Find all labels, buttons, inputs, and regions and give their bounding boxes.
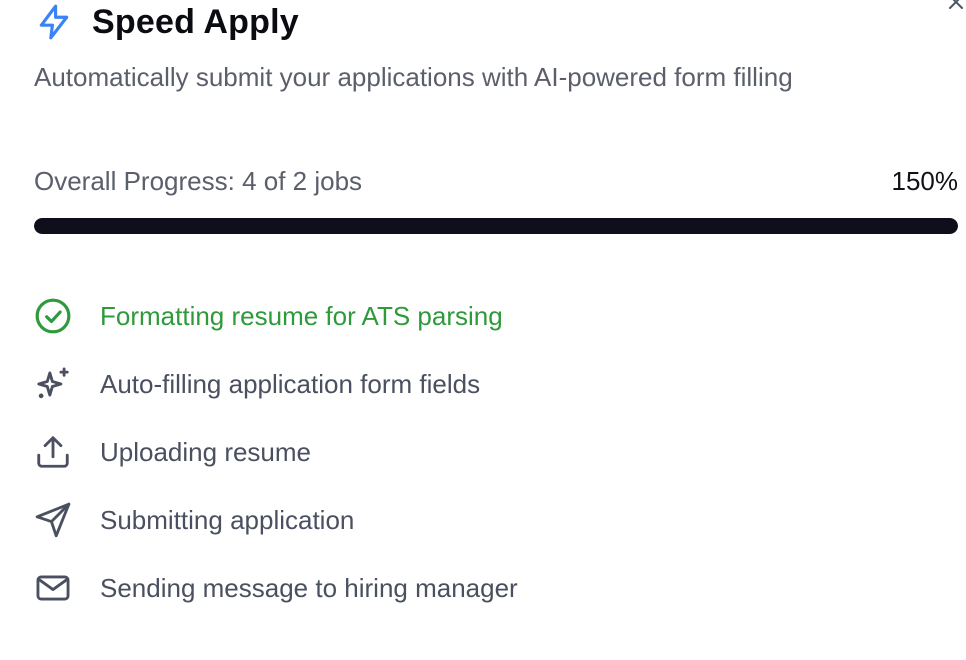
step-label: Submitting application: [100, 504, 355, 535]
dialog-title: Speed Apply: [92, 2, 299, 41]
check-circle-icon: [34, 297, 72, 335]
step-label: Uploading resume: [100, 436, 312, 467]
progress-bar-fill: [34, 218, 958, 234]
step-item-formatting-resume: Formatting resume for ATS parsing: [34, 282, 518, 350]
step-label: Auto-filling application form fields: [100, 368, 481, 399]
send-icon: [34, 501, 72, 539]
step-item-submitting-application: Submitting application: [34, 486, 518, 554]
step-item-sending-message: Sending message to hiring manager: [34, 554, 518, 622]
close-button[interactable]: [944, 0, 966, 16]
upload-icon: [34, 433, 72, 471]
progress-bar: [34, 218, 958, 234]
step-list: Formatting resume for ATS parsing Auto-f…: [34, 282, 518, 622]
progress-header: Overall Progress: 4 of 2 jobs 150%: [34, 166, 958, 197]
mail-icon: [34, 569, 72, 607]
speed-apply-dialog: Speed Apply Automatically submit your ap…: [0, 0, 966, 660]
lightning-bolt-icon: [34, 2, 74, 42]
step-item-auto-filling: Auto-filling application form fields: [34, 350, 518, 418]
dialog-header: Speed Apply: [34, 2, 299, 42]
sparkles-icon: [34, 365, 72, 403]
step-item-uploading-resume: Uploading resume: [34, 418, 518, 486]
step-label: Sending message to hiring manager: [100, 572, 518, 603]
progress-percent: 150%: [891, 166, 959, 196]
close-icon: [946, 0, 966, 17]
step-label: Formatting resume for ATS parsing: [100, 300, 503, 331]
dialog-subtitle: Automatically submit your applications w…: [34, 62, 793, 92]
progress-label: Overall Progress: 4 of 2 jobs: [34, 166, 363, 196]
